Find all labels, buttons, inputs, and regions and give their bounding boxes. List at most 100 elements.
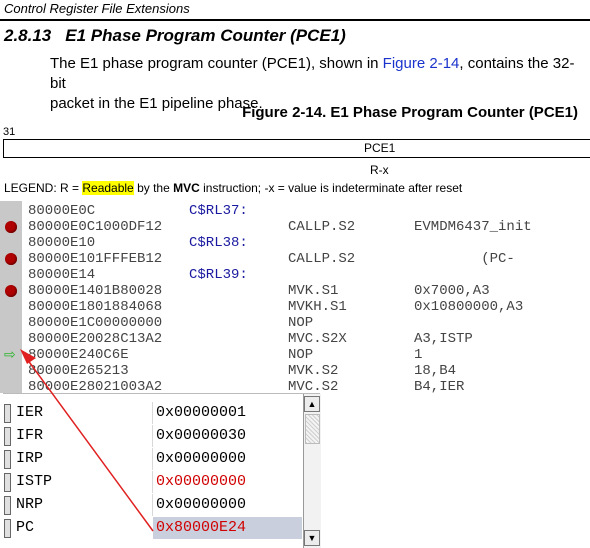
address: 80000E14	[28, 267, 96, 283]
operands: 0x10800000,A3	[414, 299, 524, 315]
disasm-line[interactable]: 80000E1C 00000000 NOP	[0, 315, 590, 331]
register-field-box: PCE1	[3, 139, 590, 158]
disasm-line[interactable]: 80000E26 5213 MVK.S2 18,B4	[0, 363, 590, 379]
column-divider	[152, 448, 153, 470]
opcode: 5213	[95, 363, 129, 379]
register-name: ISTP	[16, 473, 53, 490]
register-marker	[4, 404, 11, 423]
access-label: R-x	[370, 163, 389, 177]
scroll-up-icon[interactable]: ▲	[304, 396, 320, 412]
register-name: IER	[16, 404, 44, 421]
disasm-line[interactable]: 80000E0C C$RL37:	[0, 203, 590, 219]
legend-text-b: by the	[133, 181, 174, 195]
register-row-selected[interactable]: PC 0x80000E24	[3, 517, 302, 539]
legend-bold: MVC	[173, 181, 200, 195]
operands: (PC-	[414, 251, 515, 267]
legend: LEGEND: R = Readable by the MVC instruct…	[4, 181, 462, 195]
breakpoint-icon[interactable]	[5, 285, 17, 297]
section-number: 2.8.13	[4, 26, 52, 45]
mnemonic: NOP	[288, 315, 314, 331]
mnemonic: CALLP.S2	[288, 219, 356, 235]
vertical-scrollbar[interactable]: ▲ ▼	[303, 394, 321, 548]
opcode: 01884068	[95, 299, 163, 315]
running-header: Control Register File Extensions	[4, 1, 190, 16]
breakpoint-icon[interactable]	[5, 253, 17, 265]
disasm-line-current[interactable]: ⇨ 80000E24 0C6E NOP 1	[0, 347, 590, 363]
opcode: 00000000	[95, 315, 163, 331]
legend-highlight: Readable	[82, 181, 134, 195]
operands: 18,B4	[414, 363, 457, 379]
register-marker	[4, 519, 11, 538]
register-marker	[4, 473, 11, 492]
register-row[interactable]: IER 0x00000001	[3, 402, 302, 424]
mnemonic: CALLP.S2	[288, 251, 356, 267]
opcode: 1000DF12	[95, 219, 163, 235]
opcode: 0C6E	[95, 347, 129, 363]
register-value[interactable]: 0x00000000	[156, 473, 246, 490]
register-marker	[4, 427, 11, 446]
opcode: 01B80028	[95, 283, 163, 299]
register-row[interactable]: ISTP 0x00000000	[3, 471, 302, 493]
register-name: IFR	[16, 427, 44, 444]
operands: 0x7000,A3	[414, 283, 490, 299]
register-row[interactable]: IFR 0x00000030	[3, 425, 302, 447]
column-divider	[152, 494, 153, 516]
mnemonic: MVK.S1	[288, 283, 339, 299]
register-field-name: PCE1	[364, 141, 396, 155]
address: 80000E26	[28, 363, 96, 379]
mnemonic: MVKH.S1	[288, 299, 347, 315]
address: 80000E24	[28, 347, 96, 363]
disasm-line[interactable]: 80000E14 01B80028 MVK.S1 0x7000,A3	[0, 283, 590, 299]
mnemonic: MVK.S2	[288, 363, 339, 379]
code-label: C$RL37:	[189, 203, 248, 219]
address: 80000E14	[28, 283, 96, 299]
registers-pane[interactable]: IER 0x00000001 IFR 0x00000030 IRP 0x0000…	[3, 393, 321, 548]
disasm-line[interactable]: 80000E10 C$RL38:	[0, 235, 590, 251]
opcode: 1FFFEB12	[95, 251, 163, 267]
column-divider	[152, 402, 153, 424]
header-rule	[0, 19, 590, 21]
register-row[interactable]: NRP 0x00000000	[3, 494, 302, 516]
register-row[interactable]: IRP 0x00000000	[3, 448, 302, 470]
code-label: C$RL39:	[189, 267, 248, 283]
figure-title: Figure 2-14. E1 Phase Program Counter (P…	[242, 104, 578, 121]
register-value[interactable]: 0x00000030	[156, 427, 246, 444]
disasm-line[interactable]: 80000E14 C$RL39:	[0, 267, 590, 283]
disasm-line[interactable]: 80000E0C 1000DF12 CALLP.S2 EVMDM6437_ini…	[0, 219, 590, 235]
register-name: IRP	[16, 450, 44, 467]
operands: 1	[414, 347, 423, 363]
figure-link[interactable]: Figure 2-14	[383, 55, 460, 72]
scroll-down-icon[interactable]: ▼	[304, 530, 320, 546]
disasm-line[interactable]: 80000E18 01884068 MVKH.S1 0x10800000,A3	[0, 299, 590, 315]
scroll-thumb[interactable]	[305, 414, 320, 444]
address: 80000E20	[28, 331, 96, 347]
operands: EVMDM6437_init	[414, 219, 532, 235]
register-value[interactable]: 0x00000000	[156, 496, 246, 513]
operands: A3,ISTP	[414, 331, 473, 347]
address: 80000E1C	[28, 315, 96, 331]
disassembly-pane[interactable]: 80000E0C C$RL37: 80000E0C 1000DF12 CALLP…	[0, 201, 590, 395]
opcode: 028C13A2	[95, 331, 163, 347]
disasm-line[interactable]: 80000E20 028C13A2 MVC.S2X A3,ISTP	[0, 331, 590, 347]
program-counter-arrow-icon: ⇨	[4, 347, 16, 363]
legend-text-c: instruction; -x = value is indeterminate…	[199, 181, 463, 195]
register-marker	[4, 450, 11, 469]
register-name: NRP	[16, 496, 44, 513]
register-value[interactable]: 0x00000000	[156, 450, 246, 467]
register-marker	[4, 496, 11, 515]
register-value[interactable]: 0x80000E24	[156, 519, 246, 536]
section-title: E1 Phase Program Counter (PCE1)	[65, 26, 346, 45]
breakpoint-icon[interactable]	[5, 221, 17, 233]
register-value[interactable]: 0x00000001	[156, 404, 246, 421]
address: 80000E10	[28, 251, 96, 267]
address: 80000E10	[28, 235, 96, 251]
bit-label: 31	[3, 126, 16, 138]
address: 80000E18	[28, 299, 96, 315]
column-divider	[152, 425, 153, 447]
address: 80000E0C	[28, 219, 96, 235]
disasm-line[interactable]: 80000E10 1FFFEB12 CALLP.S2 (PC-	[0, 251, 590, 267]
operands: B4,IER	[414, 379, 465, 395]
para-text-c: packet in the E1 pipeline phase.	[50, 95, 263, 112]
legend-text-a: LEGEND: R =	[4, 181, 83, 195]
code-label: C$RL38:	[189, 235, 248, 251]
